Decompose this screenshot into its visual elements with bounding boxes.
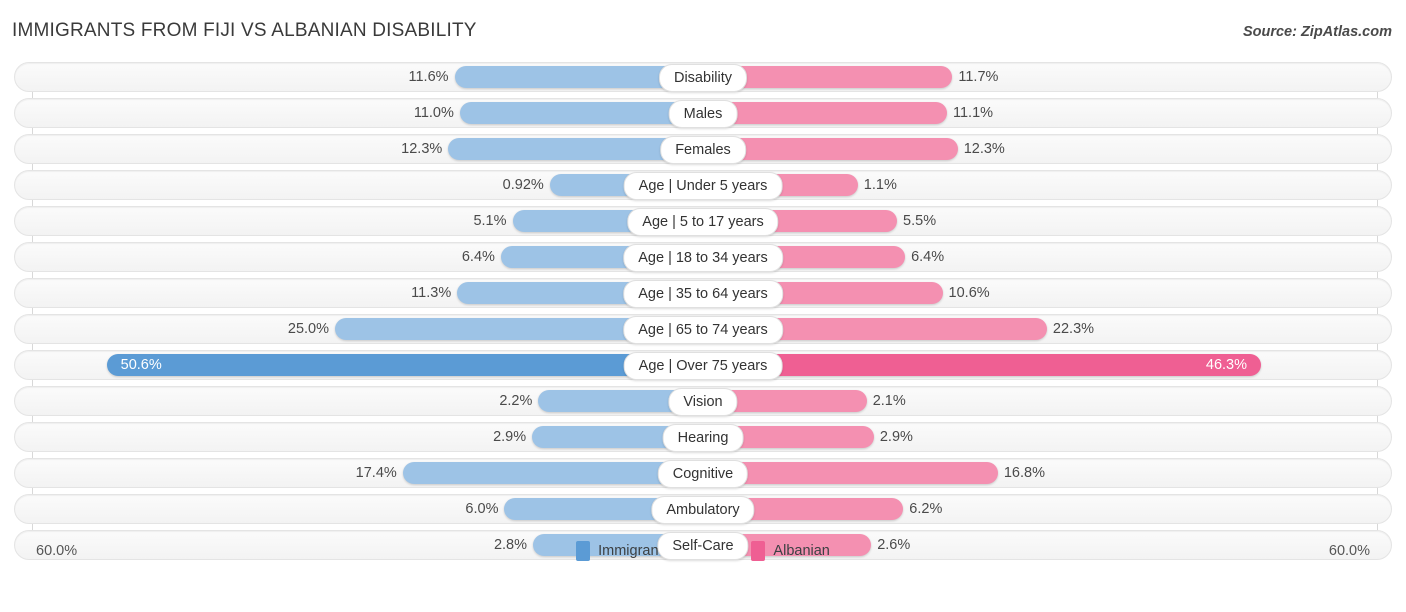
chart-row: 11.3% 10.6% Age | 35 to 64 years xyxy=(0,278,1406,308)
chart-row: 12.3% 12.3% Females xyxy=(0,134,1406,164)
row-category-label: Age | Under 5 years xyxy=(623,172,783,200)
chart-row: 11.0% 11.1% Males xyxy=(0,98,1406,128)
chart-row: 2.9% 2.9% Hearing xyxy=(0,422,1406,452)
chart-rows: 11.6% 11.7% Disability 11.0% 11.1% Males 12.3%… xyxy=(0,62,1406,566)
value-label-albanian: 22.3% xyxy=(1052,321,1095,337)
chart-row: 5.1% 5.5% Age | 5 to 17 years xyxy=(0,206,1406,236)
chart-row: 25.0% 22.3% Age | 65 to 74 years xyxy=(0,314,1406,344)
value-label-albanian: 2.1% xyxy=(872,393,906,409)
chart-row: 11.6% 11.7% Disability xyxy=(0,62,1406,92)
value-label-albanian: 11.1% xyxy=(953,105,994,121)
row-category-label: Disability xyxy=(658,64,748,92)
value-label-albanian: 1.1% xyxy=(863,177,897,193)
value-label-immigrants-from-fiji: 11.3% xyxy=(411,285,452,301)
chart-page: IMMIGRANTS FROM FIJI VS ALBANIAN DISABIL… xyxy=(0,0,1406,612)
bar-immigrants-from-fiji xyxy=(106,354,703,376)
row-category-label: Cognitive xyxy=(657,460,749,488)
value-label-immigrants-from-fiji: 12.3% xyxy=(401,141,443,157)
value-label-albanian: 11.7% xyxy=(958,69,999,85)
chart-row: 2.2% 2.1% Vision xyxy=(0,386,1406,416)
value-label-immigrants-from-fiji: 25.0% xyxy=(287,321,329,337)
row-category-label: Age | 5 to 17 years xyxy=(627,208,779,236)
source-attribution: Source: ZipAtlas.com xyxy=(1242,24,1392,40)
value-label-albanian: 5.5% xyxy=(903,213,937,229)
row-category-label: Age | 18 to 34 years xyxy=(623,244,783,272)
row-category-label: Age | 35 to 64 years xyxy=(623,280,783,308)
row-category-label: Vision xyxy=(668,388,738,416)
value-label-albanian: 6.2% xyxy=(909,501,943,517)
row-category-label: Females xyxy=(660,136,746,164)
row-category-label: Hearing xyxy=(662,424,744,452)
value-label-albanian: 16.8% xyxy=(1003,465,1045,481)
square-swatch-blue-icon xyxy=(576,541,591,561)
value-label-albanian: 46.3% xyxy=(1205,357,1247,373)
bar-immigrants-from-fiji xyxy=(459,102,703,124)
value-label-immigrants-from-fiji: 2.2% xyxy=(499,393,533,409)
value-label-immigrants-from-fiji: 11.0% xyxy=(413,105,454,121)
legend-label-albanian: Albanian xyxy=(773,543,830,559)
chart-row: 0.92% 1.1% Age | Under 5 years xyxy=(0,170,1406,200)
legend-item-albanian[interactable]: Albanian xyxy=(751,541,830,561)
value-label-albanian: 10.6% xyxy=(948,285,990,301)
value-label-albanian: 6.4% xyxy=(911,249,945,265)
chart-plot-area: 11.6% 11.7% Disability 11.0% 11.1% Males 12.3%… xyxy=(0,62,1406,570)
bar-albanian xyxy=(703,102,947,124)
value-label-immigrants-from-fiji: 5.1% xyxy=(473,213,507,229)
bar-albanian xyxy=(703,354,1261,376)
value-label-immigrants-from-fiji: 2.9% xyxy=(493,429,527,445)
chart-row: 6.0% 6.2% Ambulatory xyxy=(0,494,1406,524)
value-label-albanian: 2.9% xyxy=(879,429,913,445)
row-category-label: Age | 65 to 74 years xyxy=(623,316,783,344)
square-swatch-pink-icon xyxy=(751,541,766,561)
value-label-immigrants-from-fiji: 6.0% xyxy=(465,501,499,517)
chart-row: 50.6% 46.3% Age | Over 75 years xyxy=(0,350,1406,380)
value-label-immigrants-from-fiji: 11.6% xyxy=(408,69,449,85)
value-label-immigrants-from-fiji: 6.4% xyxy=(461,249,495,265)
chart-row: 6.4% 6.4% Age | 18 to 34 years xyxy=(0,242,1406,272)
chart-row: 17.4% 16.8% Cognitive xyxy=(0,458,1406,488)
value-label-albanian: 12.3% xyxy=(963,141,1005,157)
row-category-label: Self-Care xyxy=(657,532,749,560)
row-category-label: Ambulatory xyxy=(651,496,755,524)
page-title: IMMIGRANTS FROM FIJI VS ALBANIAN DISABIL… xyxy=(12,20,477,41)
row-category-label: Age | Over 75 years xyxy=(623,352,783,380)
value-label-immigrants-from-fiji: 0.92% xyxy=(502,177,544,193)
value-label-immigrants-from-fiji: 17.4% xyxy=(355,465,397,481)
value-label-immigrants-from-fiji: 50.6% xyxy=(120,357,162,373)
row-category-label: Males xyxy=(668,100,738,128)
